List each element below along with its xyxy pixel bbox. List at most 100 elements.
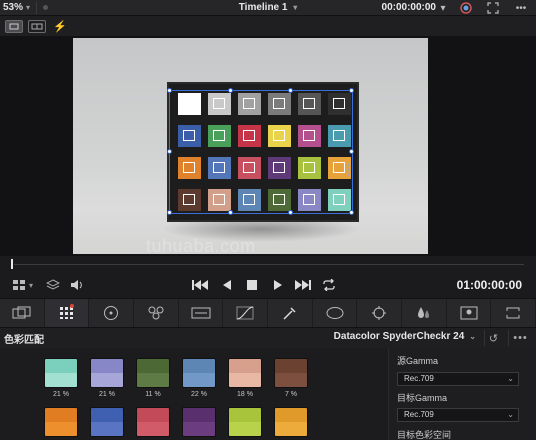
window-icon [326, 307, 344, 319]
scrubber-track[interactable] [14, 264, 524, 265]
swatch-source-color [229, 359, 261, 373]
patch-sample-box [273, 194, 285, 205]
chart-patch [238, 125, 261, 147]
curves-palette-button[interactable] [223, 299, 269, 327]
settings-panel: 源Gamma Rec.709 ⌄ 目标Gamma Rec.709 ⌄ 目标色彩空… [388, 348, 536, 440]
chart-patch [208, 189, 231, 211]
color-swatch[interactable] [228, 407, 262, 440]
swatch-percent: 21 % [53, 391, 69, 398]
sizing-icon [506, 307, 520, 319]
volume-icon[interactable] [70, 277, 84, 293]
more-icon[interactable]: ••• [514, 1, 528, 15]
color-wheel-icon[interactable] [459, 1, 473, 15]
patch-sample-box [183, 162, 195, 173]
swatch-target-color [275, 373, 307, 387]
viewer-toolbar: ⚡ [0, 16, 536, 36]
viewer-mode-icon[interactable] [12, 277, 26, 293]
key-palette-button[interactable] [447, 299, 492, 327]
swatch-source-color [91, 359, 123, 373]
viewer-mode-dropdown-icon[interactable]: ▾ [29, 277, 33, 293]
loop-icon[interactable] [322, 277, 336, 293]
go-to-end-icon[interactable] [295, 277, 311, 293]
color-match-palette-button[interactable] [44, 299, 90, 327]
zoom-dropdown-icon[interactable]: ▾ [26, 3, 30, 12]
chart-patch [178, 125, 201, 147]
go-to-start-icon[interactable] [192, 277, 208, 293]
reset-icon[interactable]: ↺ [484, 330, 502, 346]
nodes-icon [148, 306, 164, 320]
rgb-mixer-palette-button[interactable] [179, 299, 224, 327]
zoom-level[interactable]: 53% [0, 2, 23, 13]
panel-title: 色彩匹配 [4, 334, 44, 346]
color-wheels-palette-button[interactable] [89, 299, 135, 327]
color-swatch[interactable] [274, 407, 308, 440]
magic-wand-icon[interactable]: ⚡ [53, 20, 67, 33]
window-palette-button[interactable] [313, 299, 358, 327]
target-gamma-value: Rec.709 [404, 410, 434, 419]
layers-icon[interactable] [46, 277, 60, 293]
transport-bar: ▾ 01:00:00:00 [0, 272, 536, 298]
patch-sample-box [333, 130, 345, 141]
tracker-icon [372, 306, 387, 320]
nodes-palette-button[interactable] [134, 299, 179, 327]
color-swatch[interactable]: 21 % [90, 358, 124, 401]
split-viewer-icon[interactable] [28, 19, 46, 33]
chart-patch [208, 157, 231, 179]
swatch-percent: 18 % [237, 391, 253, 398]
blur-palette-button[interactable] [402, 299, 447, 327]
swatch-source-color [45, 359, 77, 373]
swatch-box [44, 358, 78, 388]
chart-type-value: Datacolor SpyderCheckr 24 [333, 331, 465, 342]
play-reverse-icon[interactable] [222, 277, 232, 293]
patch-sample-box [183, 130, 195, 141]
timecode-dropdown-icon[interactable]: ▾ [436, 1, 450, 15]
more-options-icon[interactable]: ••• [508, 330, 532, 346]
swatch-box [228, 358, 262, 388]
source-gamma-select[interactable]: Rec.709 ⌄ [397, 372, 519, 386]
stop-icon[interactable] [247, 277, 257, 293]
timeline-title[interactable]: Timeline 1 [239, 2, 288, 13]
sizing-palette-button[interactable] [491, 299, 536, 327]
tracker-palette-button[interactable] [357, 299, 403, 327]
curves-icon [236, 306, 254, 320]
expand-icon[interactable] [486, 1, 500, 15]
chart-patch [178, 189, 201, 211]
color-swatch[interactable] [90, 407, 124, 440]
color-swatch[interactable]: 21 % [44, 358, 78, 401]
swatch-box [136, 407, 170, 437]
qualifier-palette-button[interactable] [268, 299, 313, 327]
target-gamma-select[interactable]: Rec.709 ⌄ [397, 408, 519, 422]
target-gamma-label: 目标Gamma [397, 393, 448, 403]
viewer: ▮▮▮ [0, 36, 536, 256]
timecode-display: 00:00:00:00 [381, 2, 436, 13]
color-match-icon [59, 307, 73, 319]
color-swatch[interactable]: 22 % [182, 358, 216, 401]
patch-sample-box [333, 194, 345, 205]
video-frame[interactable]: ▮▮▮ [73, 38, 428, 254]
color-swatch[interactable]: 18 % [228, 358, 262, 401]
color-swatch[interactable] [182, 407, 216, 440]
scrubber[interactable] [0, 256, 536, 272]
clips-palette-button[interactable] [0, 299, 45, 327]
patch-sample-box [243, 162, 255, 173]
swatch-source-color [275, 408, 307, 422]
swatch-box [274, 358, 308, 388]
swatch-percent: 11 % [145, 391, 161, 398]
color-swatch[interactable]: 11 % [136, 358, 170, 401]
play-icon[interactable] [273, 277, 283, 293]
swatch-percent: 21 % [99, 391, 115, 398]
color-swatch[interactable] [44, 407, 78, 440]
clips-icon [12, 306, 31, 319]
playhead[interactable] [11, 259, 13, 269]
swatch-source-color [183, 408, 215, 422]
swatch-target-color [45, 373, 77, 387]
timeline-dropdown-icon[interactable]: ▾ [293, 3, 297, 12]
color-swatch[interactable]: 7 % [274, 358, 308, 401]
color-swatch[interactable] [136, 407, 170, 440]
chart-patch [328, 93, 351, 115]
source-gamma-value: Rec.709 [404, 374, 434, 383]
single-viewer-icon[interactable] [5, 19, 23, 33]
swatch-percent: 22 % [191, 391, 207, 398]
chart-type-select[interactable]: Datacolor SpyderCheckr 24 ⌄ [334, 331, 476, 342]
chart-patch [328, 189, 351, 211]
